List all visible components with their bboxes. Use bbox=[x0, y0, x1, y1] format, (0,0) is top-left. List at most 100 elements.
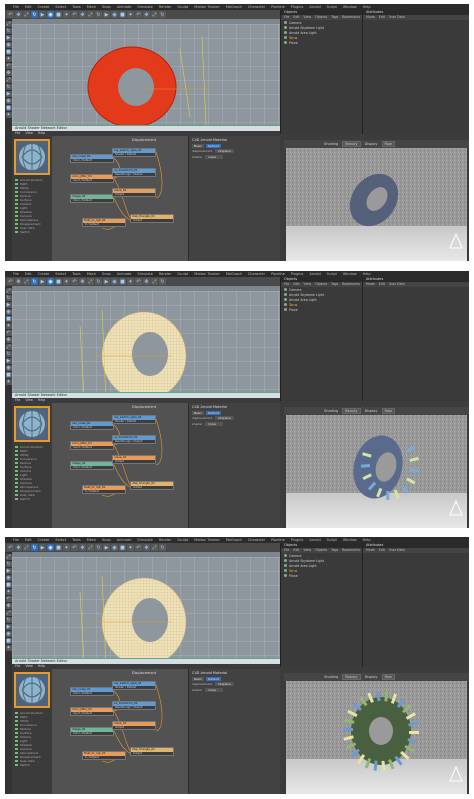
cube-icon[interactable]: ■ bbox=[119, 278, 126, 285]
menu-item[interactable]: MoGraph bbox=[226, 5, 242, 9]
menu-item[interactable]: Create bbox=[38, 5, 50, 9]
scale-icon[interactable]: ⤢ bbox=[5, 344, 12, 350]
move-icon[interactable]: ✥ bbox=[79, 278, 86, 285]
shader-node[interactable]: ray_switch_rgba_01 Shader / Default bbox=[112, 148, 156, 157]
shader-node[interactable]: disp_triangle_01 Output bbox=[130, 214, 174, 223]
move-icon[interactable]: ✥ bbox=[79, 11, 86, 18]
node-port[interactable]: Output bbox=[113, 460, 155, 464]
render-icon[interactable]: ▶ bbox=[39, 544, 46, 551]
render-icon[interactable]: ▶ bbox=[5, 568, 12, 574]
object-menu-item[interactable]: Edit bbox=[293, 548, 299, 553]
torus-object[interactable] bbox=[72, 562, 212, 672]
camera-icon[interactable]: ◉ bbox=[47, 278, 54, 285]
menu-item[interactable]: Snap bbox=[102, 272, 111, 276]
torus-object[interactable] bbox=[72, 29, 212, 139]
menu-item[interactable]: Render bbox=[159, 5, 171, 9]
menu-item[interactable]: Help bbox=[363, 5, 371, 9]
shader-node[interactable]: noise_01 Output bbox=[112, 188, 156, 197]
menu-item[interactable]: Window bbox=[343, 5, 357, 9]
scale-icon[interactable]: ⤢ bbox=[23, 11, 30, 18]
object-menu-item[interactable]: Bookmarks bbox=[342, 282, 360, 287]
param-dropdown[interactable]: Cube bbox=[205, 155, 224, 159]
undo-icon[interactable]: ↶ bbox=[135, 11, 142, 18]
node-port[interactable]: Passthrough / Output bbox=[113, 173, 155, 177]
attribute-menu-item[interactable]: User Data bbox=[389, 15, 405, 20]
object-row[interactable]: Plane bbox=[281, 307, 362, 312]
menu-item[interactable]: Sculpt bbox=[177, 538, 188, 542]
undo-icon[interactable]: ↶ bbox=[135, 544, 142, 551]
menu-item[interactable]: Arnold bbox=[309, 5, 320, 9]
node-port[interactable]: Color / Default bbox=[71, 159, 113, 163]
object-menu-item[interactable]: File bbox=[284, 282, 289, 287]
shading-dropdown[interactable]: Beauty bbox=[342, 674, 361, 680]
menu-item[interactable]: Motion Tracker bbox=[194, 5, 220, 9]
light-icon[interactable]: ✦ bbox=[5, 323, 12, 329]
light-icon[interactable]: ✦ bbox=[63, 11, 70, 18]
param-dropdown[interactable]: Displace bbox=[215, 149, 234, 153]
menu-item[interactable]: Mesh bbox=[87, 538, 96, 542]
menu-item[interactable]: Help bbox=[363, 538, 371, 542]
camera-icon[interactable]: ◉ bbox=[5, 309, 12, 315]
cube-icon[interactable]: ■ bbox=[55, 544, 62, 551]
scale-icon[interactable]: ⤢ bbox=[23, 278, 30, 285]
rotate-icon[interactable]: ↻ bbox=[31, 544, 38, 551]
node-port[interactable]: Output bbox=[113, 193, 155, 197]
attribute-menu-item[interactable]: Edit bbox=[379, 548, 385, 553]
node-port[interactable]: Output bbox=[131, 486, 173, 490]
param-tab[interactable]: Basic bbox=[192, 677, 204, 681]
undo-icon[interactable]: ↶ bbox=[7, 278, 14, 285]
menu-item[interactable]: Script bbox=[327, 272, 337, 276]
display-dropdown[interactable]: Raw bbox=[381, 674, 395, 680]
node-port[interactable]: R / Default bbox=[83, 223, 125, 227]
object-menu-item[interactable]: View bbox=[304, 15, 312, 20]
camera-icon[interactable]: ◉ bbox=[5, 575, 12, 581]
node-port[interactable]: Passthrough / Output bbox=[113, 706, 155, 710]
object-menu-item[interactable]: Tags bbox=[331, 548, 338, 553]
menu-item[interactable]: Sculpt bbox=[177, 5, 188, 9]
shader-node[interactable]: float_to_rgb_01 R / Default bbox=[82, 751, 126, 760]
menu-item[interactable]: MoGraph bbox=[226, 272, 242, 276]
node-port[interactable]: Color / Default bbox=[71, 692, 113, 696]
material-preview-swatch[interactable] bbox=[14, 406, 50, 442]
object-menu-item[interactable]: File bbox=[284, 15, 289, 20]
menu-item[interactable]: Pipeline bbox=[271, 272, 285, 276]
cube-icon[interactable]: ■ bbox=[5, 49, 12, 55]
shader-node[interactable]: color_jitter_01 Input / Default bbox=[70, 441, 114, 450]
menu-item[interactable]: Script bbox=[327, 538, 337, 542]
attribute-menu-item[interactable]: Edit bbox=[379, 15, 385, 20]
shader-node[interactable]: uv_transform_01 Passthrough / Output bbox=[112, 701, 156, 710]
node-port[interactable]: R / Default bbox=[83, 490, 125, 494]
undo-icon[interactable]: ↶ bbox=[5, 596, 12, 602]
menu-item[interactable]: Pipeline bbox=[271, 538, 285, 542]
cube-icon[interactable]: ■ bbox=[5, 582, 12, 588]
rotate-icon[interactable]: ↻ bbox=[159, 11, 166, 18]
scale-icon[interactable]: ⤢ bbox=[87, 544, 94, 551]
rotate-icon[interactable]: ↻ bbox=[5, 84, 12, 90]
menu-item[interactable]: Arnold bbox=[309, 538, 320, 542]
rotate-icon[interactable]: ↻ bbox=[31, 278, 38, 285]
node-port[interactable]: Color / Default bbox=[71, 426, 113, 430]
rotate-icon[interactable]: ↻ bbox=[5, 617, 12, 623]
object-menu-item[interactable]: Bookmarks bbox=[342, 15, 360, 20]
node-port[interactable]: Color / Default bbox=[71, 732, 113, 736]
menu-item[interactable]: Simulate bbox=[137, 272, 152, 276]
camera-icon[interactable]: ◉ bbox=[111, 544, 118, 551]
object-row[interactable]: Plane bbox=[281, 40, 362, 45]
object-menu-item[interactable]: Tags bbox=[331, 282, 338, 287]
node-port[interactable]: Output bbox=[131, 219, 173, 223]
menu-item[interactable]: Motion Tracker bbox=[194, 538, 220, 542]
menu-item[interactable]: Plugins bbox=[291, 5, 304, 9]
move-icon[interactable]: ✥ bbox=[15, 11, 22, 18]
shader-node[interactable]: ray_switch_rgba_01 Shader / Default bbox=[112, 681, 156, 690]
menu-item[interactable]: Select bbox=[55, 5, 66, 9]
menu-item[interactable]: Tools bbox=[72, 272, 81, 276]
move-icon[interactable]: ✥ bbox=[5, 603, 12, 609]
menu-item[interactable]: Motion Tracker bbox=[194, 272, 220, 276]
cube-icon[interactable]: ■ bbox=[55, 278, 62, 285]
object-menu-item[interactable]: Edit bbox=[293, 282, 299, 287]
move-icon[interactable]: ✥ bbox=[5, 70, 12, 76]
shader-node[interactable]: image_01 Color / Default bbox=[70, 461, 114, 470]
move-icon[interactable]: ✥ bbox=[143, 11, 150, 18]
shader-node[interactable]: cell_noise_01 Color / Default bbox=[70, 421, 114, 430]
cube-icon[interactable]: ■ bbox=[119, 11, 126, 18]
